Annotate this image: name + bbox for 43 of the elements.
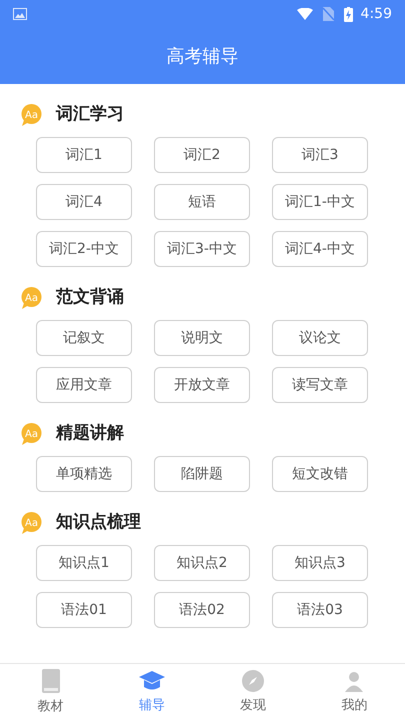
section-title: 知识点梳理 [56, 511, 141, 534]
no-sim-icon [322, 7, 334, 21]
nav-tab[interactable]: 发现 [202, 664, 304, 720]
book-icon [40, 668, 62, 694]
topic-button[interactable]: 词汇2 [154, 137, 250, 173]
compass-icon [241, 668, 266, 693]
topic-button[interactable]: 短语 [154, 184, 250, 220]
status-time: 4:59 [360, 4, 392, 24]
chat-bubble-icon: Aa [20, 104, 43, 126]
topic-button[interactable]: 短文改错 [272, 456, 368, 492]
image-icon [13, 8, 27, 20]
topic-button[interactable]: 说明文 [154, 320, 250, 356]
chat-bubble-icon: Aa [20, 287, 43, 309]
topic-button[interactable]: 语法03 [272, 592, 368, 628]
topic-button[interactable]: 记叙文 [36, 320, 132, 356]
chat-bubble-icon: Aa [20, 512, 43, 534]
page-title: 高考辅导 [166, 44, 238, 68]
topic-button[interactable]: 语法02 [154, 592, 250, 628]
topic-button[interactable]: 议论文 [272, 320, 368, 356]
chat-bubble-icon: Aa [20, 423, 43, 445]
nav-tab[interactable]: 教材 [0, 664, 102, 720]
topic-button[interactable]: 词汇4 [36, 184, 132, 220]
topic-button[interactable]: 语法01 [36, 592, 132, 628]
section-title: 范文背诵 [56, 286, 124, 310]
topic-button[interactable]: 词汇4-中文 [272, 231, 368, 267]
topic-button[interactable]: 知识点1 [36, 545, 132, 581]
topic-button[interactable]: 词汇3-中文 [154, 231, 250, 267]
topic-button[interactable]: 应用文章 [36, 367, 132, 403]
wifi-icon [296, 8, 313, 20]
topic-button[interactable]: 词汇3 [272, 137, 368, 173]
topic-button[interactable]: 开放文章 [154, 367, 250, 403]
section-title: 词汇学习 [56, 103, 124, 126]
topic-button[interactable]: 词汇1 [36, 137, 132, 173]
topic-button[interactable]: 词汇1-中文 [272, 184, 368, 220]
topic-button[interactable]: 陷阱题 [154, 456, 250, 492]
topic-button[interactable]: 单项精选 [36, 456, 132, 492]
nav-tab[interactable]: 我的 [304, 664, 405, 720]
topic-button[interactable]: 知识点2 [154, 545, 250, 581]
topic-button[interactable]: 读写文章 [272, 367, 368, 403]
battery-charging-icon [344, 6, 353, 22]
section-title: 精题讲解 [56, 422, 124, 446]
topic-button[interactable]: 知识点3 [272, 545, 368, 581]
topic-button[interactable]: 词汇2-中文 [36, 231, 132, 267]
